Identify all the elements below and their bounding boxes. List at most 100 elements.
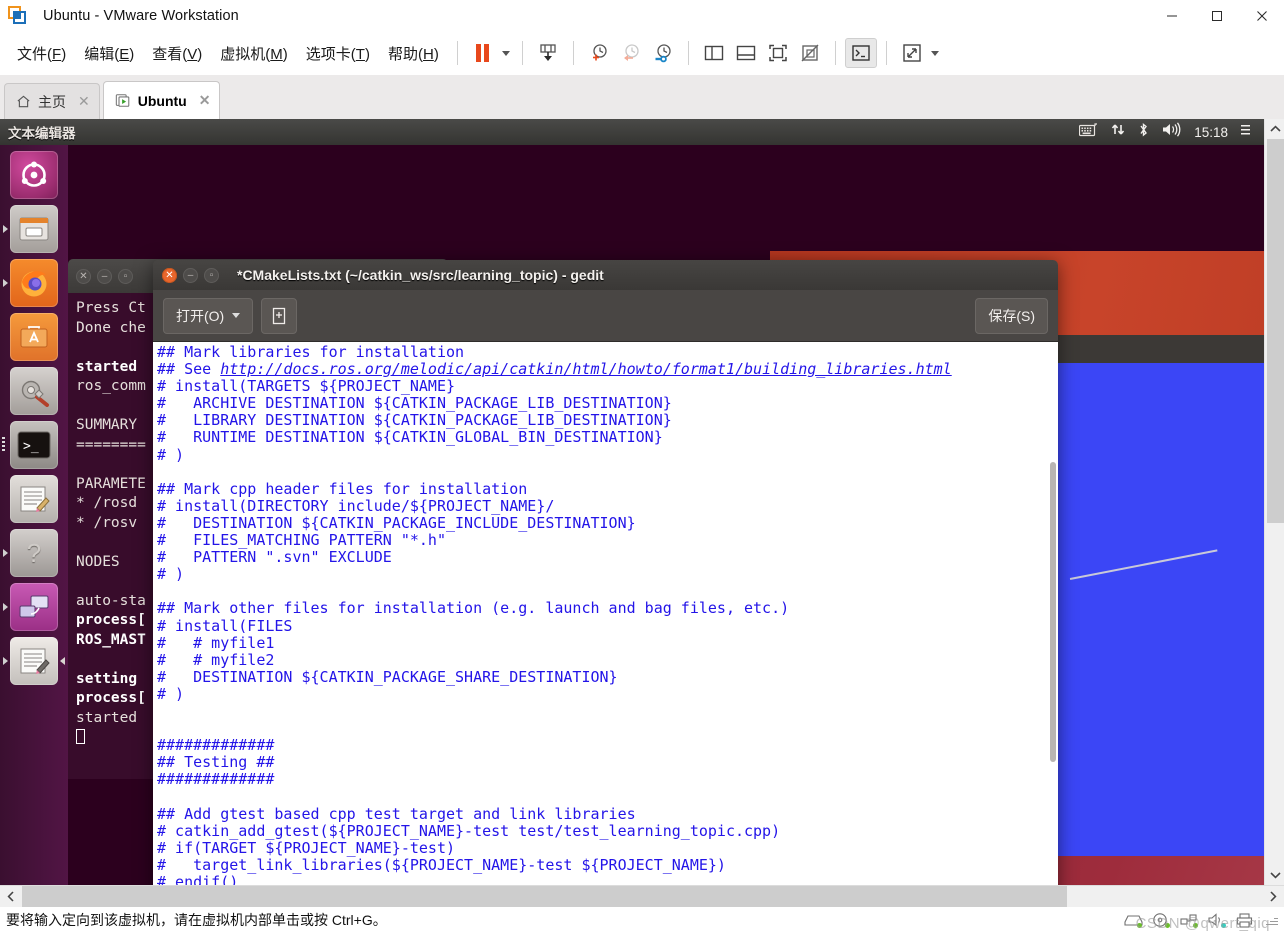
launcher-item-text-editor[interactable] bbox=[10, 475, 58, 523]
save-button[interactable]: 保存(S) bbox=[975, 297, 1048, 334]
code-line: ## Add gtest based cpp test target and l… bbox=[157, 805, 1058, 823]
terminal-minimize-icon[interactable]: – bbox=[97, 268, 112, 284]
launcher-item-help[interactable]: ? bbox=[3, 529, 58, 577]
stretch-button[interactable] bbox=[896, 38, 928, 68]
launcher-running-arrow-icon bbox=[3, 657, 8, 665]
terminal-maximize-icon[interactable]: ▫ bbox=[118, 268, 133, 284]
volume-icon[interactable] bbox=[1162, 122, 1181, 142]
vm-status-bar: 要将输入定向到该虚拟机，请在虚拟机内部单击或按 Ctrl+G。 CSDN @qw… bbox=[0, 907, 1284, 933]
vm-horizontal-scrollbar[interactable] bbox=[0, 885, 1284, 907]
console-view-button[interactable] bbox=[844, 38, 877, 68]
close-button[interactable] bbox=[1239, 0, 1284, 31]
gedit-toolbar: 打开(O) 保存(S) bbox=[153, 290, 1058, 342]
network-adapter-icon[interactable] bbox=[1180, 913, 1199, 928]
menu-view[interactable]: 查看(V) bbox=[143, 39, 211, 68]
tab-home-close-icon[interactable]: ✕ bbox=[78, 93, 90, 110]
code-token: ############# bbox=[157, 770, 275, 789]
gedit-editor-area[interactable]: ## Mark libraries for installation ## See… bbox=[153, 342, 1058, 885]
launcher-item-gedit[interactable] bbox=[3, 637, 65, 685]
take-snapshot-button[interactable] bbox=[583, 38, 615, 68]
vertical-scrollbar-thumb[interactable] bbox=[1267, 139, 1284, 523]
show-thumbnail-bar-button[interactable] bbox=[730, 38, 762, 68]
open-file-button[interactable]: 打开(O) bbox=[163, 297, 254, 334]
code-token: # ) bbox=[157, 565, 185, 584]
menu-virtual-machine[interactable]: 虚拟机(M) bbox=[211, 39, 297, 68]
code-token: # target_link_libraries(${PROJECT_NAME}-… bbox=[157, 855, 726, 874]
vm-vertical-scrollbar[interactable] bbox=[1264, 119, 1284, 885]
code-line: ############# bbox=[157, 737, 1058, 754]
toolbar-separator bbox=[521, 41, 523, 65]
code-token: # DESTINATION ${CATKIN_PACKAGE_SHARE_DES… bbox=[157, 667, 618, 686]
menu-edit[interactable]: 编辑(E) bbox=[75, 39, 143, 68]
gear-icon[interactable] bbox=[1241, 123, 1254, 142]
system-settings-icon bbox=[21, 380, 49, 407]
resize-grip[interactable] bbox=[1264, 913, 1278, 927]
suspend-dropdown[interactable] bbox=[499, 38, 513, 68]
launcher-item-dash[interactable] bbox=[10, 151, 58, 199]
scroll-down-button[interactable] bbox=[1265, 865, 1284, 885]
gedit-titlebar: ✕ – ▫ *CMakeLists.txt (~/catkin_ws/src/l… bbox=[153, 260, 1058, 290]
svg-text:>_: >_ bbox=[23, 439, 39, 454]
home-icon bbox=[17, 95, 30, 108]
launcher-item-files[interactable] bbox=[3, 205, 58, 253]
printer-icon[interactable] bbox=[1236, 912, 1255, 928]
scroll-right-button[interactable] bbox=[1262, 886, 1284, 907]
gedit-close-button[interactable]: ✕ bbox=[162, 267, 177, 283]
code-token: # RUNTIME DESTINATION ${CATKIN_GLOBAL_BI… bbox=[157, 428, 663, 447]
code-line: # DESTINATION ${CATKIN_PACKAGE_SHARE_DES… bbox=[157, 667, 1058, 686]
horizontal-scrollbar-thumb[interactable] bbox=[22, 886, 1067, 907]
horizontal-scrollbar-track[interactable] bbox=[22, 886, 1262, 907]
launcher-item-firefox[interactable] bbox=[3, 259, 58, 307]
gedit-code-text[interactable]: ## Mark libraries for installation ## See… bbox=[153, 342, 1058, 885]
code-line: # target_link_libraries(${PROJECT_NAME}-… bbox=[157, 855, 1058, 874]
show-library-button[interactable] bbox=[698, 38, 730, 68]
gedit-minimize-button[interactable]: – bbox=[183, 267, 198, 283]
new-document-button[interactable] bbox=[261, 297, 298, 334]
launcher-item-system-settings[interactable] bbox=[10, 367, 58, 415]
code-token: # LIBRARY DESTINATION ${CATKIN_PACKAGE_L… bbox=[157, 411, 672, 430]
code-token: ############# bbox=[157, 736, 275, 755]
minimize-button[interactable] bbox=[1149, 0, 1194, 31]
menu-tabs[interactable]: 选项卡(T) bbox=[297, 39, 379, 68]
sound-card-icon[interactable] bbox=[1208, 912, 1227, 928]
snapshot-manager-button[interactable] bbox=[647, 38, 679, 68]
panel-clock[interactable]: 15:18 bbox=[1194, 125, 1228, 140]
cd-drive-icon[interactable] bbox=[1152, 912, 1171, 928]
save-label: 保存(S) bbox=[988, 307, 1035, 324]
network-icon[interactable] bbox=[1111, 122, 1125, 142]
gedit-maximize-button[interactable]: ▫ bbox=[204, 267, 219, 283]
menu-file[interactable]: 文件(F) bbox=[8, 39, 75, 68]
window-title: Ubuntu - VMware Workstation bbox=[43, 7, 239, 24]
launcher-item-software-center[interactable] bbox=[10, 313, 58, 361]
code-token: # install(FILES bbox=[157, 616, 293, 635]
code-token: # DESTINATION ${CATKIN_PACKAGE_INCLUDE_D… bbox=[157, 513, 636, 532]
keyboard-icon[interactable] bbox=[1079, 122, 1098, 142]
chevron-down-icon bbox=[232, 313, 241, 318]
toolbar-separator bbox=[687, 41, 689, 65]
launcher-item-terminal[interactable]: >_ bbox=[2, 421, 58, 469]
hard-disk-icon[interactable] bbox=[1124, 913, 1143, 928]
tab-home[interactable]: 主页 ✕ bbox=[4, 83, 100, 119]
bluetooth-icon[interactable] bbox=[1138, 122, 1149, 143]
launcher-running-arrow-icon bbox=[3, 549, 8, 557]
code-token: ## Mark cpp header files for installatio… bbox=[157, 479, 528, 498]
suspend-button[interactable] bbox=[467, 38, 499, 68]
fullscreen-button[interactable] bbox=[762, 38, 794, 68]
revert-snapshot-button[interactable] bbox=[615, 38, 647, 68]
terminal-close-icon[interactable]: ✕ bbox=[76, 268, 91, 284]
stretch-dropdown[interactable] bbox=[928, 38, 942, 68]
tab-ubuntu-close-icon[interactable]: ✕ bbox=[199, 92, 211, 109]
scroll-left-button[interactable] bbox=[0, 886, 22, 907]
code-token: # # myfile2 bbox=[157, 650, 275, 669]
vm-guest-screen[interactable]: λ ✕ – ▫ Press Ct Done che started ros_co… bbox=[0, 119, 1264, 885]
launcher-item-remmina[interactable] bbox=[3, 583, 58, 631]
menu-help[interactable]: 帮助(H) bbox=[379, 39, 448, 68]
power-button[interactable] bbox=[532, 38, 564, 68]
gedit-window[interactable]: ✕ – ▫ *CMakeLists.txt (~/catkin_ws/src/l… bbox=[153, 260, 1058, 885]
maximize-button[interactable] bbox=[1194, 0, 1239, 31]
unity-mode-button[interactable] bbox=[794, 38, 826, 68]
gedit-vertical-scrollbar[interactable] bbox=[1048, 342, 1057, 885]
tab-ubuntu[interactable]: Ubuntu ✕ bbox=[102, 81, 221, 119]
scroll-up-button[interactable] bbox=[1265, 119, 1284, 139]
